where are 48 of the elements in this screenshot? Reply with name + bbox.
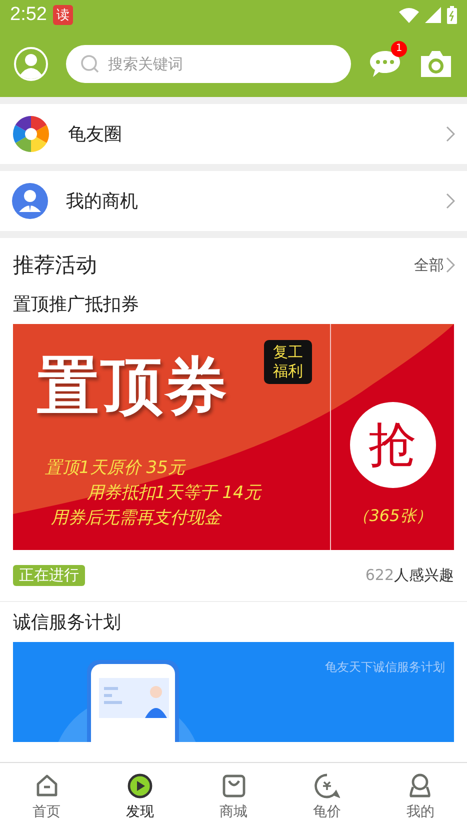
coupon-banner[interactable]: 置顶券 复工福利 置顶1天原价 35元 用券抵扣1天等于 14元 用券后无需再支付现金 抢 （365张） [13, 324, 454, 550]
promo-tag: 复工福利 [264, 340, 312, 384]
coupon-text: 置顶1天原价 35元 [45, 457, 185, 480]
shop-icon [220, 772, 247, 798]
activity-title: 诚信服务计划 [12, 611, 122, 635]
tab-label: 首页 [32, 802, 61, 820]
chevron-right-icon [446, 257, 455, 273]
battery-icon [447, 6, 457, 24]
chevron-right-icon [446, 193, 455, 209]
banner-caption: 龟友天下诚信服务计划 [325, 659, 445, 676]
search-field[interactable]: 搜索关键词 [66, 44, 351, 82]
coupon-text: 用券抵扣1天等于 14元 [87, 482, 261, 505]
discover-icon [127, 772, 154, 798]
search-icon [80, 54, 100, 74]
camera-icon[interactable] [419, 50, 453, 78]
tab-label: 发现 [126, 802, 154, 820]
menu-row-label: 我的商机 [66, 190, 139, 213]
tab-label: 商城 [220, 802, 248, 820]
aperture-icon [12, 115, 50, 153]
signal-icon [425, 7, 441, 23]
message-count-badge: 1 [391, 40, 407, 56]
grab-button[interactable]: 抢 [350, 402, 436, 488]
tab-label: 龟价 [312, 802, 341, 820]
price-icon [314, 772, 340, 798]
menu-row[interactable]: 我的商机 [0, 171, 467, 231]
status-tag: 正在进行 [13, 565, 85, 586]
coupon-headline: 置顶券 [37, 348, 229, 424]
activity-title: 置顶推广抵扣券 [12, 293, 140, 317]
coupon-text: 用券后无需再支付现金 [51, 507, 221, 530]
tab-bar-item[interactable]: 我的 [374, 763, 467, 830]
tab-bar-item[interactable]: 发现 [93, 763, 187, 830]
tab-bar-item[interactable]: 首页 [0, 763, 94, 830]
wifi-icon [399, 7, 419, 23]
view-all-link[interactable]: 全部 [414, 256, 455, 274]
app-notification-badge: 读 [52, 5, 73, 25]
menu-row-label: 龟友圈 [68, 123, 123, 146]
coupon-count: （365张） [353, 506, 432, 527]
interest-count: 622人感兴趣 [365, 566, 454, 585]
status-time: 2:52 [10, 4, 47, 26]
avatar-icon[interactable] [14, 46, 48, 80]
tab-bar-item[interactable]: 商城 [186, 763, 280, 830]
tab-label: 我的 [406, 802, 434, 820]
tab-bar-item[interactable]: 龟价 [280, 763, 374, 830]
me-icon [407, 772, 434, 798]
menu-row[interactable]: 龟友圈 [0, 104, 467, 164]
chevron-right-icon [446, 126, 455, 142]
person-icon [12, 183, 48, 219]
section-title: 推荐活动 [13, 252, 97, 279]
